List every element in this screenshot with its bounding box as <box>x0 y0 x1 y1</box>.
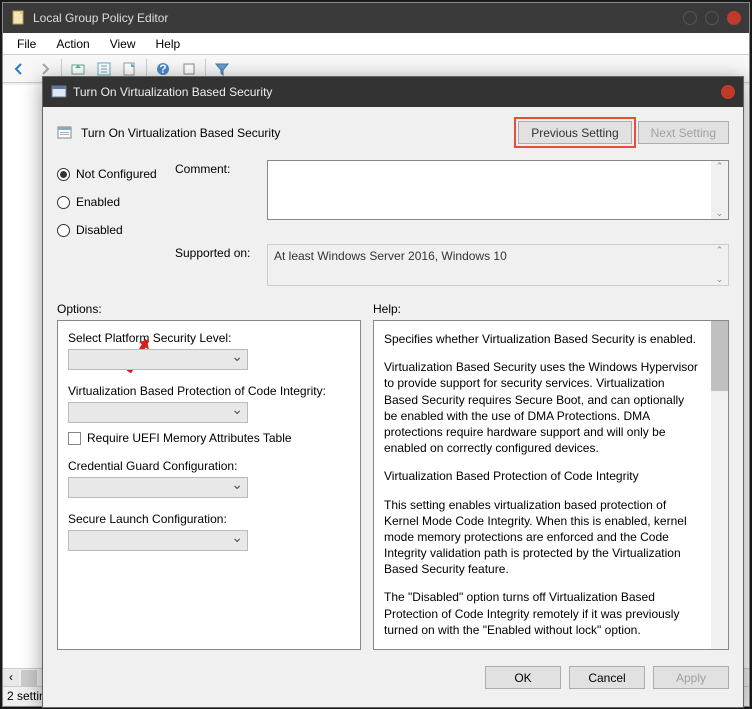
dialog-close-button[interactable] <box>721 85 735 99</box>
radio-column: Not Configured Enabled Disabled <box>57 160 175 286</box>
close-button[interactable] <box>727 11 741 25</box>
main-titlebar: Local Group Policy Editor <box>3 3 749 33</box>
securelaunch-label: Secure Launch Configuration: <box>68 512 350 526</box>
menu-help[interactable]: Help <box>146 35 191 53</box>
label-column: Comment: Supported on: <box>175 160 267 286</box>
menu-view[interactable]: View <box>100 35 146 53</box>
dialog-button-row: OK Cancel Apply <box>43 650 743 703</box>
supported-label: Supported on: <box>175 246 267 260</box>
scrollbar[interactable]: ⌃⌄ <box>711 161 728 219</box>
securelaunch-combo[interactable] <box>68 530 248 551</box>
field-column: ⌃⌄ At least Windows Server 2016, Windows… <box>267 160 729 286</box>
help-text: Specifies whether Virtualization Based S… <box>384 331 718 638</box>
options-label: Options: <box>57 302 373 316</box>
dialog-heading: Turn On Virtualization Based Security <box>57 125 512 141</box>
supported-on-text: At least Windows Server 2016, Windows 10 <box>274 249 507 263</box>
dialog-titlebar: Turn On Virtualization Based Security <box>43 77 743 107</box>
back-button[interactable] <box>7 58 31 80</box>
radio-disabled[interactable]: Disabled <box>57 216 175 244</box>
help-p1: Specifies whether Virtualization Based S… <box>384 331 700 347</box>
platform-level-combo[interactable] <box>68 349 248 370</box>
help-p5: The "Disabled" option turns off Virtuali… <box>384 589 700 638</box>
policy-dialog: Turn On Virtualization Based Security Tu… <box>42 76 744 708</box>
help-scrollbar[interactable] <box>711 321 728 649</box>
menubar: File Action View Help <box>3 33 749 55</box>
radio-not-configured[interactable]: Not Configured <box>57 160 175 188</box>
uefi-label: Require UEFI Memory Attributes Table <box>87 431 292 445</box>
vbpci-combo[interactable] <box>68 402 248 423</box>
help-p2: Virtualization Based Security uses the W… <box>384 359 700 456</box>
uefi-checkbox-row[interactable]: Require UEFI Memory Attributes Table <box>68 431 350 445</box>
scrollbar-thumb[interactable] <box>21 670 37 686</box>
help-label: Help: <box>373 302 401 316</box>
scrollbar[interactable]: ⌃⌄ <box>711 245 728 285</box>
dialog-title: Turn On Virtualization Based Security <box>73 85 713 99</box>
radio-label: Not Configured <box>76 167 157 181</box>
help-p4: This setting enables virtualization base… <box>384 497 700 578</box>
options-panel: Select Platform Security Level: Virtuali… <box>57 320 361 650</box>
cancel-button[interactable]: Cancel <box>569 666 645 689</box>
next-setting-button[interactable]: Next Setting <box>638 121 729 144</box>
menu-file[interactable]: File <box>7 35 46 53</box>
minimize-button[interactable] <box>683 11 697 25</box>
help-p3: Virtualization Based Protection of Code … <box>384 468 700 484</box>
apply-button[interactable]: Apply <box>653 666 729 689</box>
svg-text:?: ? <box>159 62 166 76</box>
comment-label: Comment: <box>175 162 267 222</box>
gpedit-icon <box>11 10 27 26</box>
platform-level-label: Select Platform Security Level: <box>68 331 350 345</box>
previous-setting-button[interactable]: Previous Setting <box>518 121 631 144</box>
radio-label: Disabled <box>76 223 123 237</box>
scrollbar-thumb[interactable] <box>711 321 728 391</box>
radio-label: Enabled <box>76 195 120 209</box>
dialog-header-row: Turn On Virtualization Based Security Pr… <box>57 121 729 144</box>
credguard-label: Credential Guard Configuration: <box>68 459 350 473</box>
comment-textarea[interactable]: ⌃⌄ <box>267 160 729 220</box>
ok-button[interactable]: OK <box>485 666 561 689</box>
scroll-left-icon[interactable]: ‹ <box>3 670 19 686</box>
help-panel: Specifies whether Virtualization Based S… <box>373 320 729 650</box>
supported-on-box: At least Windows Server 2016, Windows 10… <box>267 244 729 286</box>
radio-enabled[interactable]: Enabled <box>57 188 175 216</box>
radio-icon <box>57 196 70 209</box>
vbpci-label: Virtualization Based Protection of Code … <box>68 384 350 398</box>
credguard-combo[interactable] <box>68 477 248 498</box>
policy-item-icon <box>57 125 73 141</box>
main-title: Local Group Policy Editor <box>33 11 675 25</box>
policy-icon <box>51 84 67 100</box>
checkbox-icon <box>68 432 81 445</box>
maximize-button[interactable] <box>705 11 719 25</box>
menu-action[interactable]: Action <box>46 35 99 53</box>
radio-icon <box>57 224 70 237</box>
heading-text: Turn On Virtualization Based Security <box>81 126 280 140</box>
radio-icon <box>57 168 70 181</box>
